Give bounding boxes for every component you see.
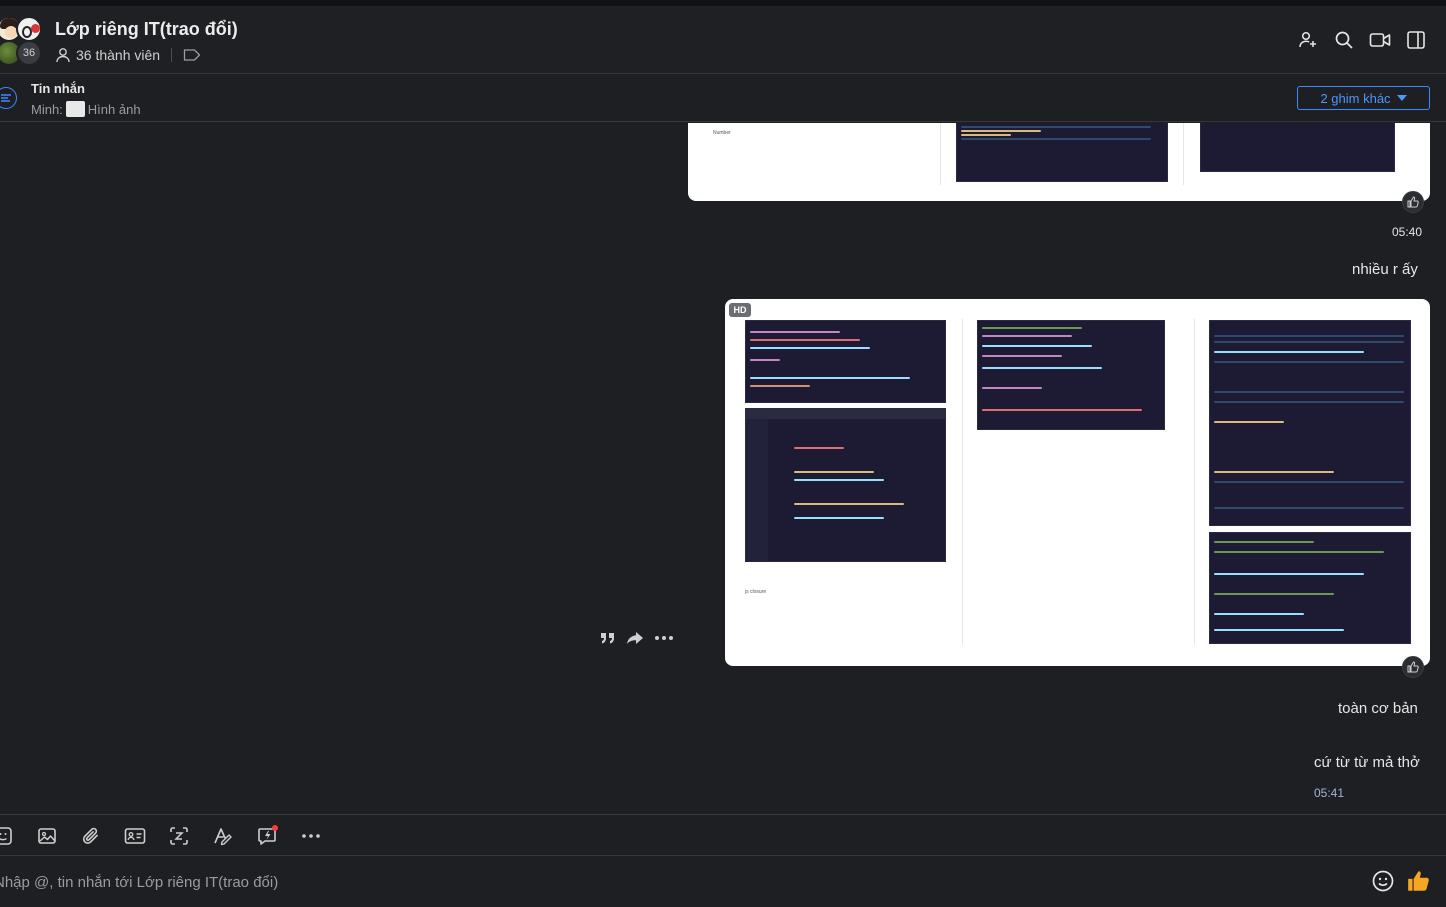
group-title[interactable]: Lớp riêng IT(trao đổi) bbox=[55, 19, 238, 40]
react-button[interactable] bbox=[1402, 656, 1424, 678]
message-list[interactable]: Number 05:40 nhiều r ấy HD js closure to… bbox=[0, 123, 1446, 813]
message-time: 05:40 bbox=[1392, 225, 1423, 239]
code-screenshot[interactable] bbox=[745, 320, 946, 403]
contact-card-icon bbox=[124, 828, 146, 844]
image-caption: js closure bbox=[745, 589, 767, 595]
pinned-message-icon bbox=[0, 87, 17, 109]
thumbs-up-icon bbox=[1407, 661, 1419, 673]
sidebar-icon bbox=[1407, 31, 1425, 49]
members-count: 36 thành viên bbox=[76, 47, 161, 63]
code-screenshot[interactable] bbox=[956, 123, 1168, 182]
text-format-icon bbox=[214, 828, 232, 846]
quick-like-button[interactable] bbox=[1406, 868, 1432, 894]
message-actions bbox=[594, 626, 684, 650]
search-button[interactable] bbox=[1332, 28, 1356, 52]
video-call-button[interactable] bbox=[1368, 28, 1392, 52]
divider bbox=[1183, 123, 1184, 185]
add-member-button[interactable] bbox=[1296, 28, 1320, 52]
divider bbox=[940, 123, 941, 185]
text-message[interactable]: nhiều r ấy bbox=[1352, 261, 1418, 278]
quick-message-button[interactable] bbox=[255, 824, 279, 848]
emoji-button[interactable] bbox=[1371, 869, 1395, 893]
tag-icon[interactable] bbox=[183, 48, 201, 62]
image-message[interactable]: Number bbox=[688, 123, 1430, 201]
more-icon[interactable] bbox=[654, 635, 674, 641]
image-message[interactable]: HD js closure bbox=[725, 299, 1430, 666]
code-screenshot[interactable] bbox=[1209, 320, 1411, 526]
divider bbox=[1194, 319, 1195, 645]
message-input[interactable] bbox=[0, 871, 1334, 893]
attach-file-button[interactable] bbox=[79, 824, 103, 848]
member-avatar bbox=[16, 16, 42, 42]
search-icon bbox=[1335, 31, 1353, 49]
message-time: 05:41 bbox=[1314, 786, 1345, 800]
add-user-icon bbox=[1299, 31, 1316, 48]
composer-toolbar bbox=[0, 814, 1446, 856]
header-actions bbox=[1296, 28, 1428, 52]
more-pins-button[interactable]: 2 ghim khác bbox=[1297, 86, 1430, 110]
notification-dot bbox=[272, 825, 278, 831]
text-format-button[interactable] bbox=[211, 824, 235, 848]
pinned-title: Tin nhắn bbox=[31, 81, 85, 96]
thumbs-up-icon bbox=[1407, 196, 1419, 208]
chevron-down-icon bbox=[1396, 95, 1407, 101]
screenshot-button[interactable] bbox=[167, 824, 191, 848]
group-avatar[interactable]: 36 bbox=[0, 16, 46, 68]
send-contact-card-button[interactable] bbox=[123, 824, 147, 848]
text-message[interactable]: toàn cơ bản bbox=[1338, 700, 1418, 717]
sticker-button[interactable] bbox=[0, 824, 15, 848]
sticker-icon bbox=[0, 827, 12, 845]
screenshot-icon bbox=[170, 827, 188, 845]
pinned-preview: Minh: Hình ảnh bbox=[31, 101, 141, 117]
pinned-message-bar[interactable]: Tin nhắn Minh: Hình ảnh 2 ghim khác bbox=[0, 75, 1446, 122]
quote-icon[interactable] bbox=[600, 631, 616, 645]
chat-header: 36 Lớp riêng IT(trao đổi) 36 thành viên bbox=[0, 6, 1446, 74]
code-screenshot[interactable] bbox=[745, 408, 946, 562]
pinned-content: Hình ảnh bbox=[87, 101, 141, 117]
code-screenshot[interactable] bbox=[977, 320, 1165, 430]
image-icon bbox=[38, 828, 56, 844]
user-icon bbox=[56, 48, 70, 63]
members-info[interactable]: 36 thành viên bbox=[55, 46, 201, 64]
share-icon[interactable] bbox=[626, 631, 644, 645]
emoji-icon bbox=[1372, 870, 1394, 892]
code-screenshot[interactable] bbox=[1209, 532, 1411, 644]
more-icon bbox=[302, 834, 320, 838]
hd-badge: HD bbox=[729, 303, 751, 317]
react-button[interactable] bbox=[1402, 191, 1424, 213]
divider bbox=[962, 319, 963, 645]
pinned-sender: Minh: bbox=[31, 101, 63, 117]
text-message[interactable]: cứ từ từ mả thở bbox=[1314, 754, 1420, 771]
video-icon bbox=[1369, 33, 1391, 47]
avatar-count-badge: 36 bbox=[16, 40, 42, 66]
image-caption: Number bbox=[713, 130, 731, 136]
code-screenshot[interactable] bbox=[1200, 123, 1395, 172]
more-options-button[interactable] bbox=[299, 824, 323, 848]
send-image-button[interactable] bbox=[35, 824, 59, 848]
message-composer bbox=[0, 857, 1446, 907]
paperclip-icon bbox=[82, 827, 98, 844]
more-pins-label: 2 ghim khác bbox=[1320, 90, 1391, 106]
divider bbox=[171, 48, 173, 62]
image-thumbnail bbox=[65, 101, 85, 117]
toggle-sidebar-button[interactable] bbox=[1404, 28, 1428, 52]
thumbs-up-icon bbox=[1408, 871, 1429, 891]
